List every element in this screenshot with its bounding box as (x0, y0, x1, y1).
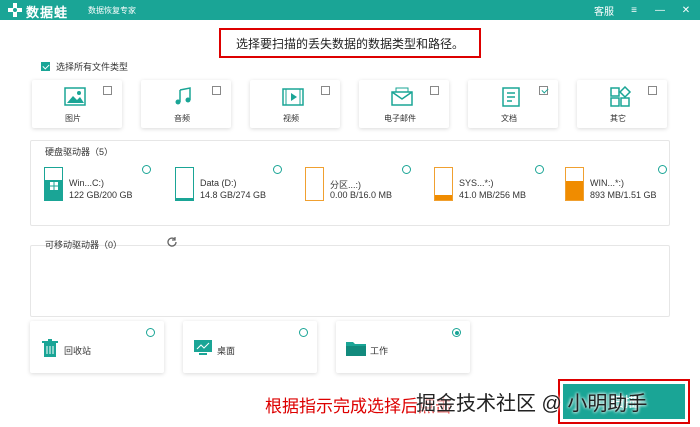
instruction-text: 选择要扫描的丢失数据的数据类型和路径。 (219, 28, 481, 58)
drive-icon (175, 167, 194, 201)
recycle-bin-icon (42, 339, 58, 357)
file-type-label: 图片 (65, 114, 81, 123)
hard-drive-title: 硬盘驱动器（5） (45, 147, 114, 157)
video-checkbox[interactable] (321, 86, 330, 95)
drive-size: 893 MB/1.51 GB (590, 190, 657, 200)
drive-radio[interactable] (142, 165, 151, 174)
location-desktop[interactable]: 桌面 (183, 321, 317, 373)
app-subtitle: 数据恢复专家 (88, 6, 136, 15)
select-all-label: 选择所有文件类型 (56, 62, 129, 72)
drive-item-c[interactable]: Win...C:) 122 GB/200 GB (44, 165, 169, 207)
close-icon[interactable]: ✕ (680, 5, 692, 16)
file-type-other[interactable]: 其它 (577, 80, 667, 128)
image-checkbox[interactable] (103, 86, 112, 95)
location-label: 工作 (370, 346, 389, 356)
app-logo-icon (8, 3, 22, 17)
location-label: 桌面 (217, 346, 236, 356)
location-radio[interactable] (146, 328, 155, 337)
file-type-label: 文档 (501, 114, 517, 123)
drive-size: 41.0 MB/256 MB (459, 190, 527, 200)
drive-radio[interactable] (658, 165, 667, 174)
file-type-email[interactable]: 电子邮件 (359, 80, 449, 128)
support-button[interactable]: 客服 (594, 3, 614, 18)
audio-icon (175, 87, 191, 105)
drive-size: 0.00 B/16.0 MB (330, 190, 393, 200)
drive-item-sys[interactable]: SYS...*:) 41.0 MB/256 MB (434, 165, 559, 207)
refresh-icon[interactable] (166, 236, 178, 248)
watermark-text: 掘金技术社区 @ 小明助手 (416, 393, 648, 415)
file-type-audio[interactable]: 音频 (141, 80, 231, 128)
file-type-video[interactable]: 视频 (250, 80, 340, 128)
drive-size: 14.8 GB/274 GB (200, 190, 267, 200)
drive-item-win[interactable]: WIN...*:) 893 MB/1.51 GB (565, 165, 690, 207)
file-type-document[interactable]: 文档 (468, 80, 558, 128)
select-all-checkbox[interactable]: 选择所有文件类型 (41, 60, 128, 73)
drive-icon (305, 167, 324, 201)
drive-item-d[interactable]: Data (D:) 14.8 GB/274 GB (175, 165, 300, 207)
drive-name: SYS...*:) (459, 178, 494, 188)
document-icon (502, 87, 520, 107)
select-all-check-icon[interactable] (41, 62, 50, 71)
drive-icon (565, 167, 584, 201)
minimize-icon[interactable]: — (654, 5, 666, 16)
location-label: 回收站 (64, 346, 92, 356)
location-recycle-bin[interactable]: 回收站 (30, 321, 164, 373)
location-radio[interactable] (299, 328, 308, 337)
other-checkbox[interactable] (648, 86, 657, 95)
windows-logo-icon (50, 182, 58, 190)
location-radio-selected[interactable] (452, 328, 461, 337)
audio-checkbox[interactable] (212, 86, 221, 95)
location-work[interactable]: 工作 (336, 321, 470, 373)
email-icon (391, 87, 413, 106)
image-icon (64, 87, 86, 106)
file-type-label: 电子邮件 (384, 114, 416, 123)
menu-icon[interactable]: ≡ (628, 5, 640, 16)
removable-drive-title: 可移动驱动器（0） (45, 240, 123, 250)
drive-name: WIN...*:) (590, 178, 624, 188)
file-type-label: 其它 (610, 114, 626, 123)
file-type-label: 音频 (174, 114, 190, 123)
folder-icon (346, 342, 366, 356)
file-type-label: 视频 (283, 114, 299, 123)
desktop-icon (194, 340, 212, 355)
title-bar: 数据蛙 数据恢复专家 客服 ≡ — ✕ (0, 0, 700, 20)
drive-name: Data (D:) (200, 178, 237, 188)
drive-radio[interactable] (402, 165, 411, 174)
drive-radio[interactable] (535, 165, 544, 174)
drive-icon (44, 167, 63, 201)
app-brand: 数据蛙 (26, 5, 69, 20)
drive-radio[interactable] (273, 165, 282, 174)
drive-size: 122 GB/200 GB (69, 190, 133, 200)
email-checkbox[interactable] (430, 86, 439, 95)
removable-drive-section (30, 245, 670, 317)
drive-name: Win...C:) (69, 178, 104, 188)
video-icon (282, 88, 304, 106)
drive-item-partition[interactable]: 分区...:) 0.00 B/16.0 MB (305, 165, 430, 207)
other-icon (610, 86, 632, 107)
drive-icon (434, 167, 453, 201)
document-checkbox[interactable] (539, 86, 548, 95)
file-type-image[interactable]: 图片 (32, 80, 122, 128)
